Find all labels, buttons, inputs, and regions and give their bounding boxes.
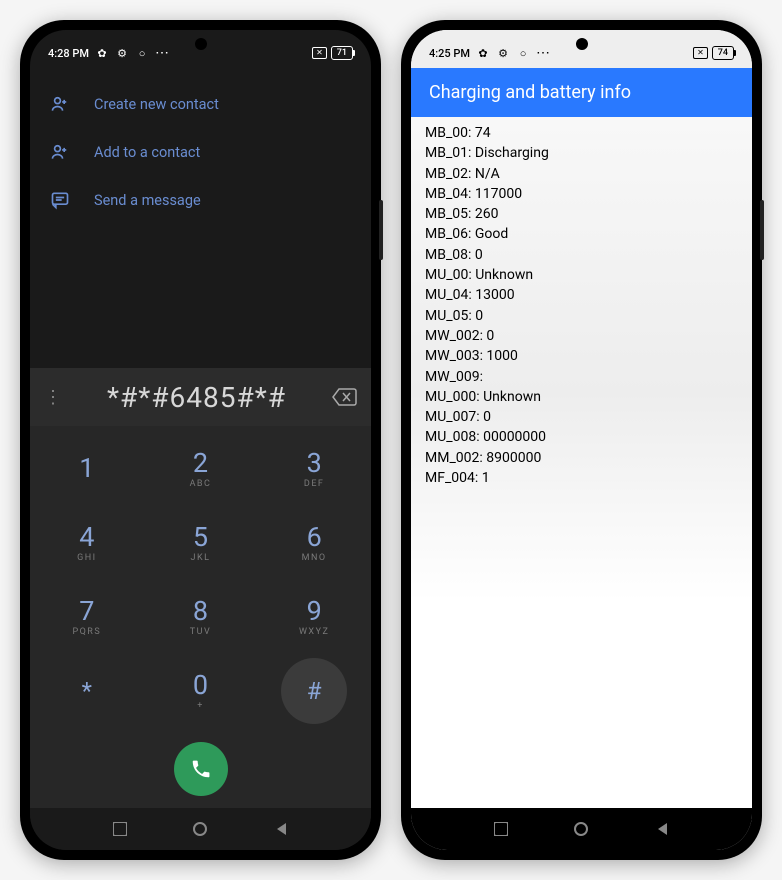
info-row: MB_08: 0: [425, 245, 738, 265]
circle-icon: ○: [135, 46, 149, 60]
info-row: MU_008: 00000000: [425, 427, 738, 447]
status-time: 4:25 PM: [429, 47, 470, 60]
camera-notch: [576, 38, 588, 50]
key-8[interactable]: 8TUV: [144, 580, 258, 654]
info-row: MW_002: 0: [425, 326, 738, 346]
dialer-more-button[interactable]: ⋮: [44, 387, 62, 408]
key-3[interactable]: 3DEF: [257, 432, 371, 506]
battery-indicator: 74: [712, 46, 734, 60]
dialer-spacer: [30, 236, 371, 368]
key-7[interactable]: 7PQRS: [30, 580, 144, 654]
battery-indicator: 71: [331, 46, 353, 60]
menu-label: Send a message: [94, 192, 201, 209]
info-row: MB_02: N/A: [425, 164, 738, 184]
gear-icon: ⚙: [115, 46, 129, 60]
nav-bar: [411, 808, 752, 850]
info-row: MB_00: 74: [425, 123, 738, 143]
key-9[interactable]: 9WXYZ: [257, 580, 371, 654]
settings-icon: ✿: [476, 46, 490, 60]
page-title: Charging and battery info: [411, 68, 752, 117]
info-row: MM_002: 8900000: [425, 448, 738, 468]
call-row: [30, 730, 371, 808]
key-hash[interactable]: #: [257, 654, 371, 728]
camera-notch: [195, 38, 207, 50]
nav-back[interactable]: [269, 817, 293, 841]
keypad: 1 2ABC 3DEF 4GHI 5JKL 6MNO 7PQRS 8TUV 9W…: [30, 426, 371, 730]
status-right: ✕ 71: [312, 46, 353, 60]
phone-frame-left: 4:28 PM ✿ ⚙ ○ ✕ 71 Create new contact Ad…: [20, 20, 381, 860]
phone-frame-right: 4:25 PM ✿ ⚙ ○ ✕ 74 Charging and battery …: [401, 20, 762, 860]
nav-bar: [30, 808, 371, 850]
key-5[interactable]: 5JKL: [144, 506, 258, 580]
info-row: MU_007: 0: [425, 407, 738, 427]
info-row: MU_05: 0: [425, 306, 738, 326]
screen-battery-info: 4:25 PM ✿ ⚙ ○ ✕ 74 Charging and battery …: [411, 30, 752, 850]
circle-icon: ○: [516, 46, 530, 60]
info-row: MB_05: 260: [425, 204, 738, 224]
call-button[interactable]: [174, 742, 228, 796]
menu-add-contact[interactable]: Add to a contact: [30, 128, 371, 176]
menu-label: Add to a contact: [94, 144, 200, 161]
screen-dialer: 4:28 PM ✿ ⚙ ○ ✕ 71 Create new contact Ad…: [30, 30, 371, 850]
key-4[interactable]: 4GHI: [30, 506, 144, 580]
info-row: MU_000: Unknown: [425, 387, 738, 407]
dialed-number: *#*#6485#*#: [70, 381, 323, 414]
key-2[interactable]: 2ABC: [144, 432, 258, 506]
person-add-icon: [50, 142, 70, 162]
nav-home[interactable]: [188, 817, 212, 841]
nav-home[interactable]: [569, 817, 593, 841]
key-6[interactable]: 6MNO: [257, 506, 371, 580]
signal-icon: ✕: [693, 47, 708, 59]
status-right: ✕ 74: [693, 46, 734, 60]
info-row: MB_04: 117000: [425, 184, 738, 204]
gear-icon: ⚙: [496, 46, 510, 60]
menu-create-contact[interactable]: Create new contact: [30, 80, 371, 128]
info-row: MB_06: Good: [425, 224, 738, 244]
settings-icon: ✿: [95, 46, 109, 60]
nav-back[interactable]: [650, 817, 674, 841]
menu-send-message[interactable]: Send a message: [30, 176, 371, 224]
phone-icon: [190, 758, 212, 780]
menu-label: Create new contact: [94, 96, 219, 113]
status-left: 4:28 PM ✿ ⚙ ○: [48, 46, 169, 60]
nav-recents[interactable]: [489, 817, 513, 841]
key-1[interactable]: 1: [30, 432, 144, 506]
key-star[interactable]: *: [30, 654, 144, 728]
status-left: 4:25 PM ✿ ⚙ ○: [429, 46, 550, 60]
info-row: MB_01: Discharging: [425, 143, 738, 163]
info-row: MU_00: Unknown: [425, 265, 738, 285]
key-0[interactable]: 0+: [144, 654, 258, 728]
info-row: MF_004: 1: [425, 468, 738, 488]
nav-recents[interactable]: [108, 817, 132, 841]
status-time: 4:28 PM: [48, 47, 89, 60]
info-row: MW_009:: [425, 367, 738, 387]
battery-info-list[interactable]: MB_00: 74MB_01: DischargingMB_02: N/AMB_…: [411, 117, 752, 808]
suggestions-list: Create new contact Add to a contact Send…: [30, 68, 371, 236]
person-add-icon: [50, 94, 70, 114]
info-row: MW_003: 1000: [425, 346, 738, 366]
message-icon: [50, 190, 70, 210]
signal-icon: ✕: [312, 47, 327, 59]
more-icon: [536, 46, 550, 60]
backspace-button[interactable]: [331, 387, 357, 407]
more-icon: [155, 46, 169, 60]
dialer-input-row: ⋮ *#*#6485#*#: [30, 368, 371, 426]
info-row: MU_04: 13000: [425, 285, 738, 305]
